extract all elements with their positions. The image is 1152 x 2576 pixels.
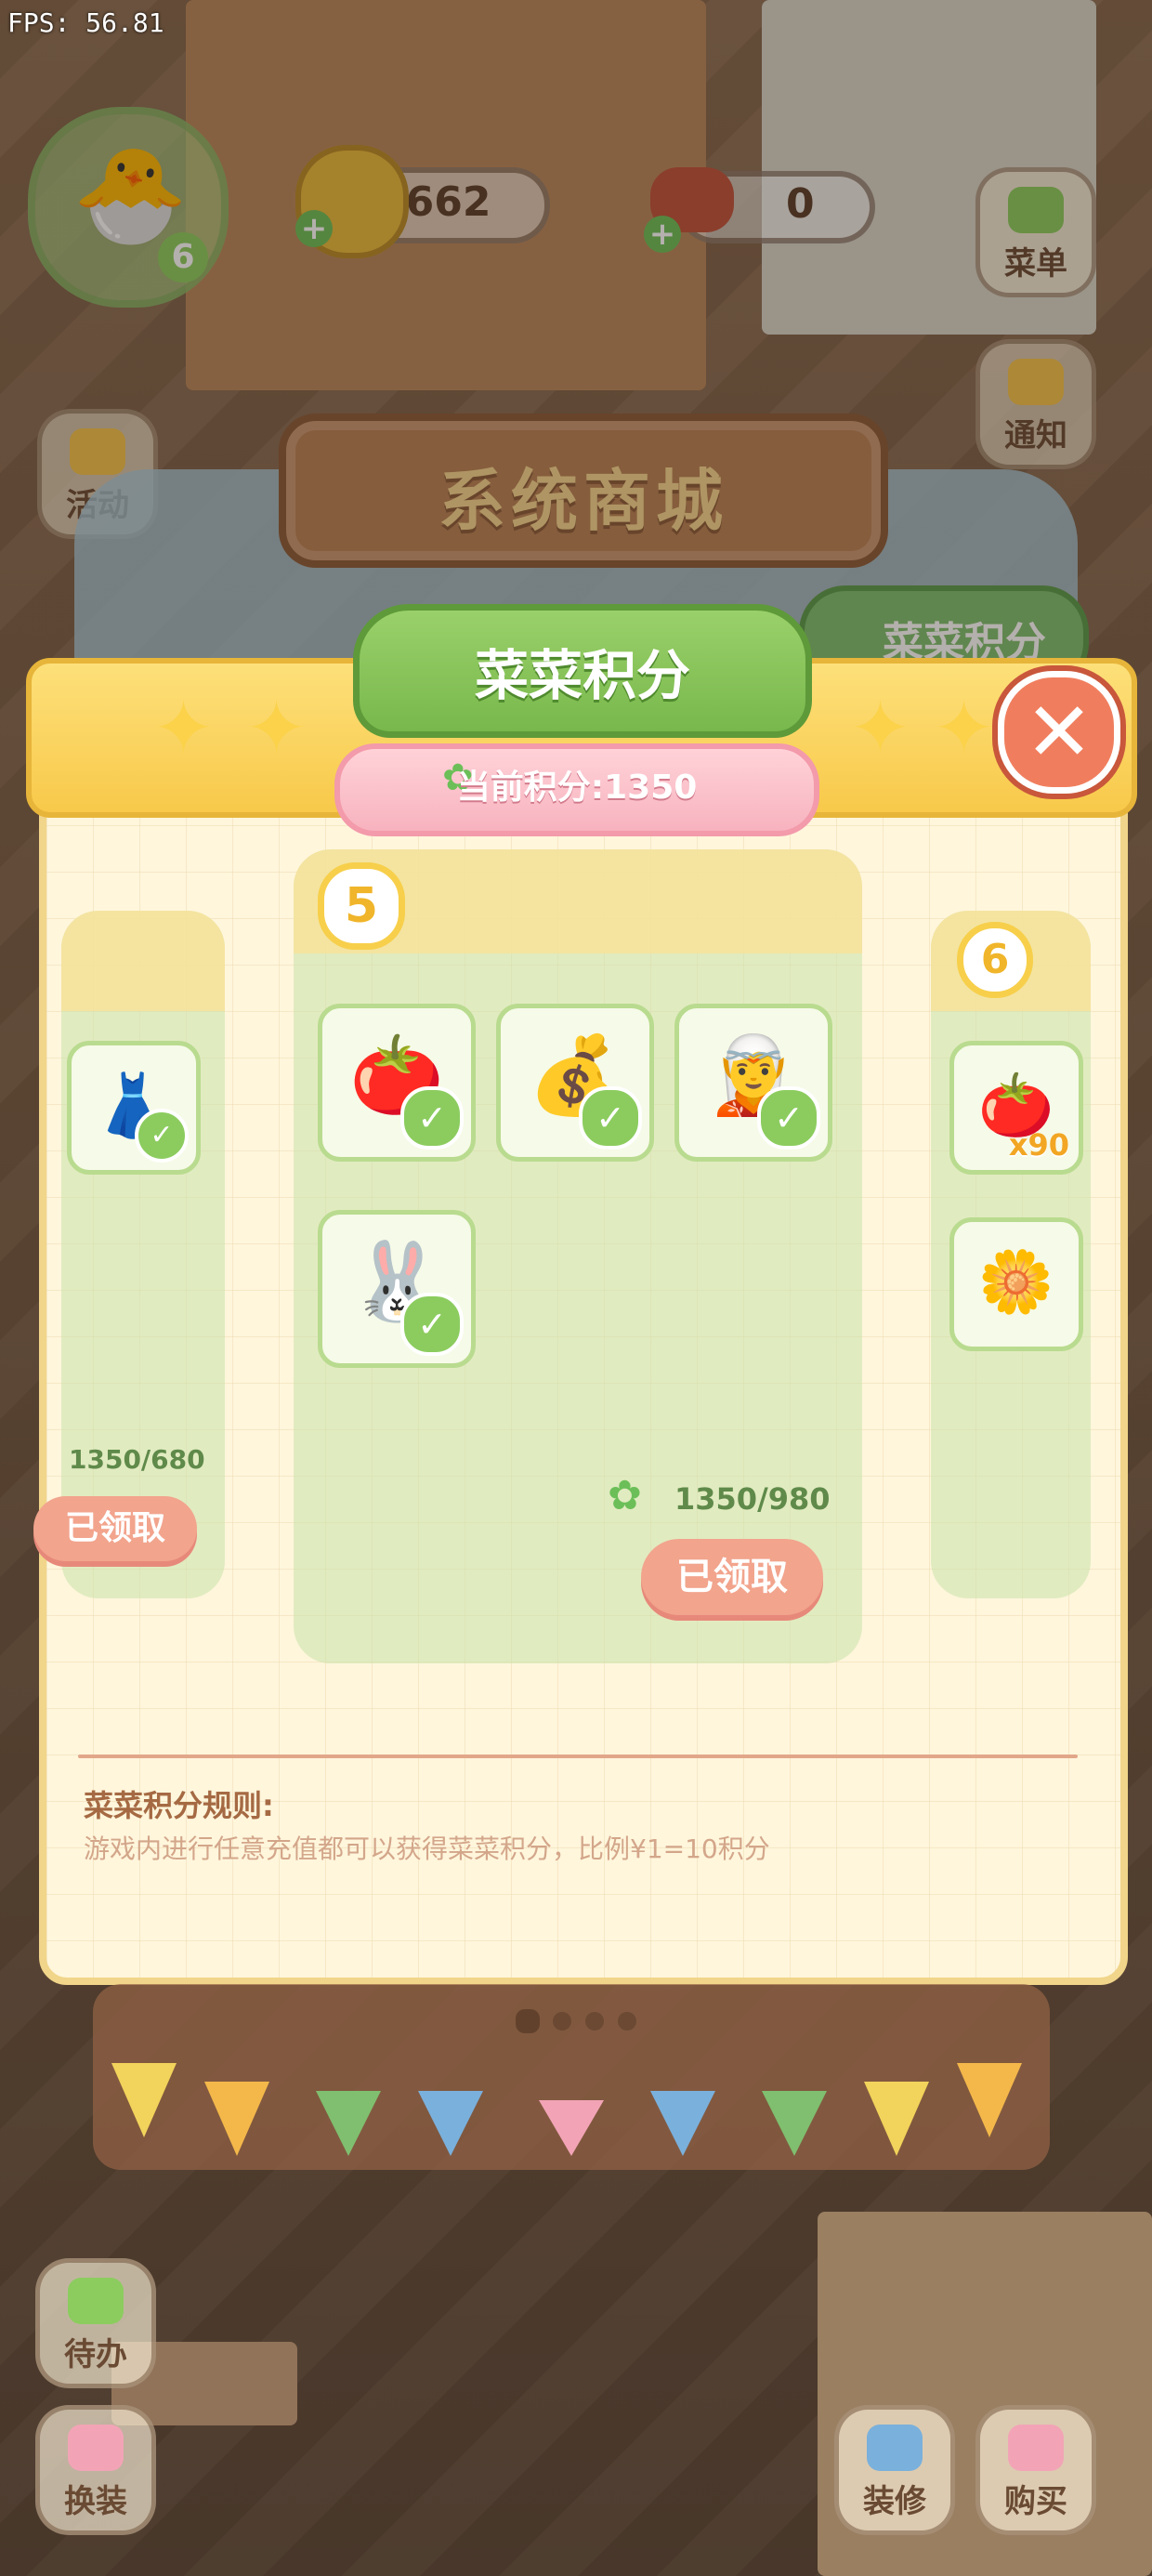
fps-counter: FPS: 56.81 — [7, 7, 164, 38]
claimed-check-icon: ✓ — [579, 1086, 642, 1150]
reward-item[interactable]: 🧝 ✓ — [674, 1004, 832, 1162]
claimed-check-icon: ✓ — [400, 1086, 464, 1150]
outfit-icon — [68, 2425, 124, 2471]
claimed-button[interactable]: 已领取 — [641, 1539, 823, 1615]
current-points-text: 当前积分:1350 — [456, 769, 698, 807]
modal-title: 菜菜积分 — [474, 644, 690, 707]
rules-text: 游戏内进行任意充值都可以获得菜菜积分，比例¥1=10积分 — [84, 1833, 770, 1864]
hammer-icon — [867, 2425, 923, 2471]
card-progress: 1350/680 — [69, 1444, 205, 1475]
reward-card-tier-5[interactable]: 5 🍅 ✓ 💰 ✓ 🧝 ✓ 🐰 ✓ ✿ 1350/980 已领取 — [294, 849, 862, 1663]
reward-card-tier-6[interactable]: 6 🍅 x90 🌼 — [931, 911, 1091, 1598]
reward-item[interactable]: 🌼 — [949, 1217, 1083, 1351]
decorate-button[interactable]: 装修 — [834, 2405, 955, 2535]
claimed-button[interactable]: 已领取 — [33, 1496, 197, 1561]
page-dot-active[interactable] — [516, 2009, 540, 2033]
reward-item[interactable]: 🐰 ✓ — [318, 1210, 476, 1368]
flower-pot-icon: 🌼 — [977, 1246, 1055, 1318]
points-star-icon: ✿ — [608, 1472, 642, 1519]
bunting-flags — [93, 2044, 1050, 2156]
reward-card-prev[interactable]: 👗 ✓ 1350/680 已领取 — [33, 911, 225, 1598]
rules-divider — [78, 1755, 1078, 1758]
claimed-check-icon: ✓ — [400, 1293, 464, 1356]
claimed-check-icon: ✓ — [757, 1086, 820, 1150]
reward-item[interactable]: 👗 ✓ — [67, 1041, 201, 1175]
card-header — [61, 911, 225, 1011]
todo-button[interactable]: 待办 — [35, 2258, 156, 2388]
outfit-button[interactable]: 换装 — [35, 2405, 156, 2535]
reward-item[interactable]: 🍅 ✓ — [318, 1004, 476, 1162]
sparkle-icon: ✦ — [245, 685, 308, 771]
claimed-check-icon: ✓ — [135, 1109, 189, 1163]
sparkle-icon: ✦ — [933, 685, 996, 771]
item-quantity: x90 — [1008, 1127, 1069, 1163]
card-progress: 1350/980 — [674, 1481, 831, 1517]
tier-badge: 6 — [957, 922, 1033, 998]
buy-button[interactable]: 购买 — [975, 2405, 1096, 2535]
rules-title: 菜菜积分规则: — [84, 1788, 274, 1823]
reward-item[interactable]: 🍅 x90 — [949, 1041, 1083, 1175]
sparkle-icon: ✦ — [152, 685, 216, 771]
page-dot[interactable] — [553, 2012, 571, 2031]
page-dot[interactable] — [618, 2012, 636, 2031]
reward-item[interactable]: 💰 ✓ — [496, 1004, 654, 1162]
sparkle-icon: ✦ — [849, 685, 912, 771]
close-icon[interactable]: ✕ — [998, 671, 1120, 794]
shop-bag-icon — [1008, 2425, 1064, 2471]
clipboard-icon — [68, 2278, 124, 2324]
tier-badge: 5 — [318, 862, 405, 950]
page-dot[interactable] — [585, 2012, 604, 2031]
